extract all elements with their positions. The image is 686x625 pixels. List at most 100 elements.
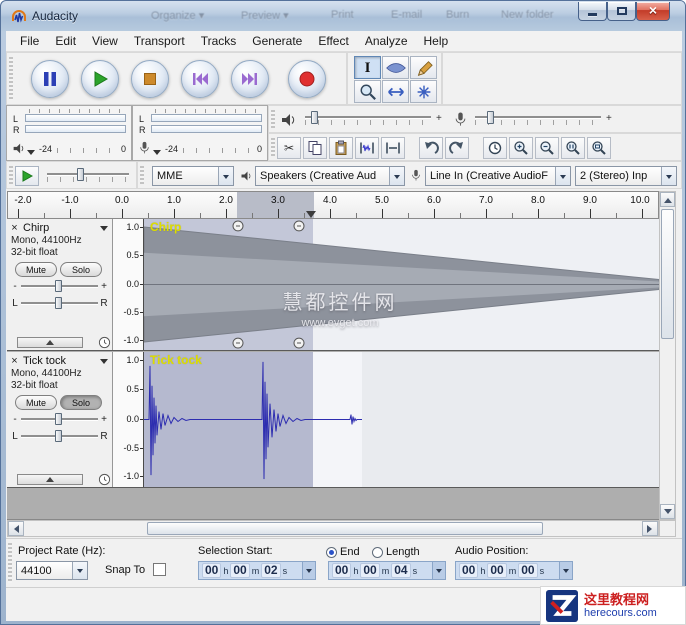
- time-digits[interactable]: 00: [518, 563, 538, 578]
- waveform-tick-tock[interactable]: Tick tock: [144, 352, 659, 487]
- collapse-track-button[interactable]: [17, 474, 83, 485]
- timeshift-tool-button[interactable]: [382, 80, 409, 103]
- track-tick-tock[interactable]: Tick tock Mono, 44100Hz 32-bit float Mut…: [7, 352, 659, 488]
- time-digits[interactable]: 04: [391, 563, 411, 578]
- project-rate-select[interactable]: 44100: [16, 561, 88, 580]
- output-device-select[interactable]: Speakers (Creative Aud: [255, 166, 405, 186]
- waveform-chirp[interactable]: Chirp: [144, 219, 659, 350]
- snap-to-checkbox[interactable]: [153, 563, 166, 576]
- track-clock-icon[interactable]: [98, 473, 111, 486]
- track-menu-icon[interactable]: [100, 358, 108, 368]
- track-clock-icon[interactable]: [98, 336, 111, 349]
- input-volume-slider[interactable]: [473, 111, 603, 127]
- output-volume-thumb[interactable]: [311, 111, 318, 124]
- track-name[interactable]: Tick tock: [20, 355, 100, 367]
- vertical-scale-ruler[interactable]: 1.0 0.5 0.0 -0.5 -1.0: [113, 219, 144, 350]
- minimize-button[interactable]: [578, 2, 607, 21]
- fit-selection-button[interactable]: [561, 137, 585, 159]
- zoom-tool-button[interactable]: [354, 80, 381, 103]
- close-button[interactable]: [636, 2, 670, 21]
- menu-generate[interactable]: Generate: [244, 32, 310, 50]
- track-chirp[interactable]: Chirp Mono, 44100Hz 32-bit float Mute So…: [7, 219, 659, 351]
- time-field-spinner[interactable]: [559, 562, 572, 579]
- time-field-spinner[interactable]: [302, 562, 315, 579]
- skip-to-start-button[interactable]: [181, 60, 219, 98]
- gain-thumb[interactable]: [55, 280, 63, 292]
- mute-button[interactable]: Mute: [15, 262, 57, 277]
- horizontal-scrollbar[interactable]: [7, 520, 659, 537]
- scroll-left-button[interactable]: [8, 521, 24, 536]
- menu-edit[interactable]: Edit: [47, 32, 84, 50]
- record-button[interactable]: [288, 60, 326, 98]
- envelope-tool-button[interactable]: [382, 56, 409, 79]
- time-digits[interactable]: 00: [360, 563, 380, 578]
- skip-to-end-button[interactable]: [231, 60, 269, 98]
- chevron-down-icon[interactable]: [555, 167, 570, 185]
- chevron-down-icon[interactable]: [661, 167, 676, 185]
- maximize-button[interactable]: [607, 2, 636, 21]
- horizontal-scroll-thumb[interactable]: [147, 522, 543, 535]
- selection-start-field[interactable]: 00 h 00 m 02 s: [198, 561, 316, 580]
- track-close-icon[interactable]: [9, 223, 20, 234]
- timeline-ruler[interactable]: -2.0 -1.0 0.0 1.0 2.0 3.0 4.0 5.0 6.0 7.…: [7, 191, 659, 219]
- input-device-select[interactable]: Line In (Creative AudioF: [425, 166, 571, 186]
- mute-button[interactable]: Mute: [15, 395, 57, 410]
- menu-file[interactable]: File: [12, 32, 47, 50]
- playhead-pointer[interactable]: [306, 211, 316, 218]
- selection-end-field[interactable]: 00 h 00 m 04 s: [328, 561, 446, 580]
- toolbar-grip[interactable]: [140, 166, 144, 184]
- play-at-speed-button[interactable]: [15, 166, 39, 186]
- copy-button[interactable]: [303, 137, 327, 159]
- menu-analyze[interactable]: Analyze: [357, 32, 416, 50]
- pause-button[interactable]: [31, 60, 69, 98]
- stop-button[interactable]: [131, 60, 169, 98]
- silence-button[interactable]: [381, 137, 405, 159]
- zoom-out-button[interactable]: [535, 137, 559, 159]
- titlebar[interactable]: Audacity Organize ▾ Preview ▾ Print E-ma…: [1, 1, 685, 31]
- playback-speed-thumb[interactable]: [77, 168, 84, 181]
- scroll-up-button[interactable]: [660, 192, 675, 207]
- input-volume-thumb[interactable]: [487, 111, 494, 124]
- meter-dropdown-icon[interactable]: [153, 150, 161, 159]
- recording-meter[interactable]: L R -24 0: [132, 105, 268, 161]
- chevron-down-icon[interactable]: [218, 167, 233, 185]
- radio-unselected-icon[interactable]: [372, 546, 383, 558]
- vertical-scrollbar[interactable]: [659, 191, 676, 520]
- track-area[interactable]: Chirp Mono, 44100Hz 32-bit float Mute So…: [7, 219, 659, 520]
- paste-button[interactable]: [329, 137, 353, 159]
- trim-button[interactable]: [355, 137, 379, 159]
- toolbar-grip[interactable]: [271, 110, 275, 128]
- pan-thumb[interactable]: [55, 430, 63, 442]
- fit-project-button[interactable]: [587, 137, 611, 159]
- time-field-spinner[interactable]: [432, 562, 445, 579]
- sync-lock-button[interactable]: [483, 137, 507, 159]
- track-close-icon[interactable]: [9, 356, 20, 367]
- toolbar-grip[interactable]: [8, 543, 12, 583]
- toolbar-grip[interactable]: [9, 57, 13, 100]
- toolbar-grip[interactable]: [271, 138, 275, 156]
- scroll-down-button[interactable]: [660, 504, 675, 519]
- redo-button[interactable]: [445, 137, 469, 159]
- output-volume-slider[interactable]: [303, 111, 433, 127]
- zoom-in-button[interactable]: [509, 137, 533, 159]
- playback-meter[interactable]: L R -24 0: [6, 105, 132, 161]
- toolbar-grip[interactable]: [9, 166, 13, 184]
- gain-slider[interactable]: [19, 280, 100, 293]
- cut-button[interactable]: ✂: [277, 137, 301, 159]
- pan-slider[interactable]: [19, 430, 100, 443]
- radio-selected-icon[interactable]: [326, 546, 337, 558]
- vertical-scroll-thumb[interactable]: [661, 209, 674, 339]
- audio-position-field[interactable]: 00 h 00 m 00 s: [455, 561, 573, 580]
- undo-button[interactable]: [419, 137, 443, 159]
- track-name[interactable]: Chirp: [20, 222, 100, 234]
- scroll-right-button[interactable]: [642, 521, 658, 536]
- pan-thumb[interactable]: [55, 297, 63, 309]
- menu-tracks[interactable]: Tracks: [193, 32, 245, 50]
- time-digits[interactable]: 00: [202, 563, 222, 578]
- track-menu-icon[interactable]: [100, 225, 108, 235]
- time-digits[interactable]: 00: [459, 563, 479, 578]
- time-digits[interactable]: 02: [261, 563, 281, 578]
- gain-thumb[interactable]: [55, 413, 63, 425]
- solo-button[interactable]: Solo: [60, 395, 102, 410]
- menu-effect[interactable]: Effect: [310, 32, 356, 50]
